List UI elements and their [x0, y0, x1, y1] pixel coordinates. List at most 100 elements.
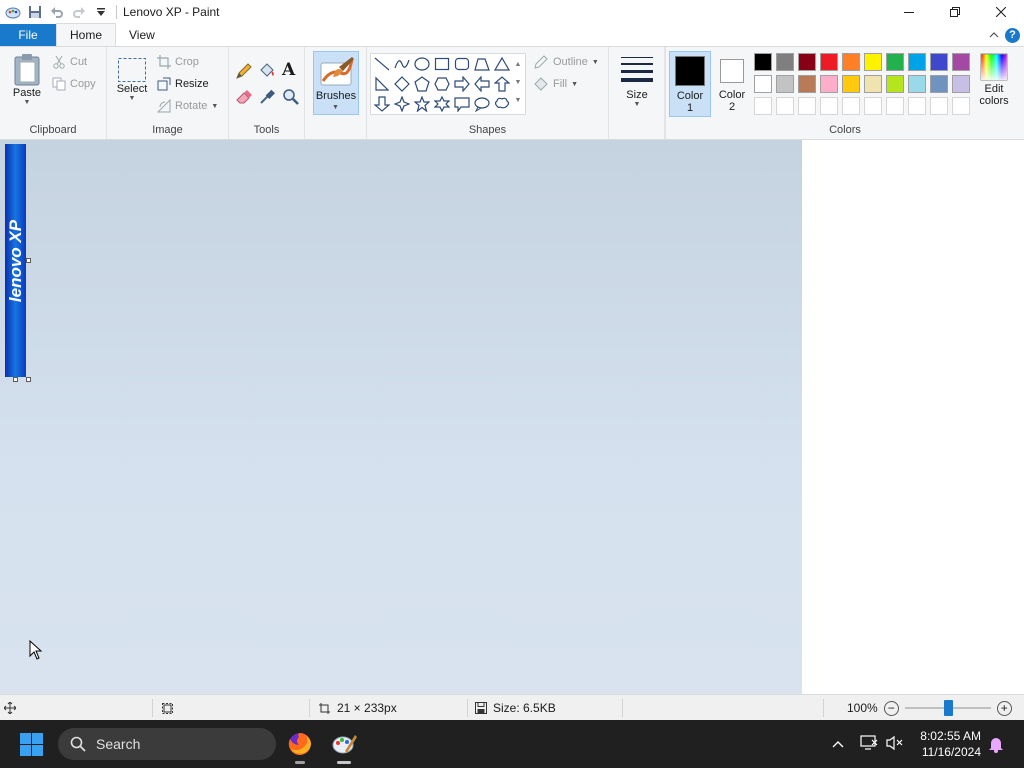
select-button[interactable]: Select ▼ [115, 57, 149, 102]
palette-swatch[interactable] [798, 53, 816, 71]
palette-swatch[interactable] [930, 75, 948, 93]
palette-swatch[interactable] [952, 75, 970, 93]
four-point-star-shape-icon[interactable] [393, 95, 411, 113]
size-button[interactable]: Size ▼ [619, 55, 655, 108]
custom-color-slot[interactable] [754, 97, 772, 115]
restore-button[interactable] [932, 0, 978, 24]
undo-icon[interactable] [46, 1, 68, 23]
fill-bucket-icon[interactable] [258, 62, 276, 83]
resize-handle-bottom[interactable] [13, 377, 18, 382]
palette-swatch[interactable] [908, 75, 926, 93]
pentagon-shape-icon[interactable] [413, 75, 431, 93]
triangle-shape-icon[interactable] [493, 55, 511, 73]
rounded-rectangle-shape-icon[interactable] [453, 55, 471, 73]
palette-swatch[interactable] [754, 75, 772, 93]
crop-button[interactable]: Crop [157, 52, 199, 72]
paint-app-icon[interactable] [2, 1, 24, 23]
custom-color-slot[interactable] [930, 97, 948, 115]
line-shape-icon[interactable] [373, 55, 391, 73]
polygon-shape-icon[interactable] [473, 55, 491, 73]
close-button[interactable] [978, 0, 1024, 24]
custom-color-slot[interactable] [820, 97, 838, 115]
fill-button[interactable]: Fill ▼ [533, 74, 578, 94]
diamond-shape-icon[interactable] [393, 75, 411, 93]
custom-color-slot[interactable] [864, 97, 882, 115]
custom-color-slot[interactable] [952, 97, 970, 115]
text-icon[interactable]: A [282, 60, 295, 80]
right-arrow-shape-icon[interactable] [453, 75, 471, 93]
palette-swatch[interactable] [754, 53, 772, 71]
palette-swatch[interactable] [886, 53, 904, 71]
customize-qat-icon[interactable] [90, 1, 112, 23]
rect-callout-shape-icon[interactable] [453, 95, 471, 113]
palette-swatch[interactable] [908, 53, 926, 71]
outline-button[interactable]: Outline ▼ [533, 52, 599, 72]
tab-file[interactable]: File [0, 24, 56, 46]
system-clock[interactable]: 8:02:55 AM 11/16/2024 [920, 728, 981, 760]
brushes-button[interactable]: Brushes ▼ [313, 51, 359, 115]
taskbar-search[interactable]: Search [58, 728, 276, 760]
paste-button[interactable]: Paste ▼ [8, 53, 46, 106]
show-hidden-icons-button[interactable] [832, 738, 844, 752]
color-picker-icon[interactable] [258, 88, 276, 109]
taskbar-paint[interactable] [328, 728, 360, 764]
down-arrow-shape-icon[interactable] [373, 95, 391, 113]
palette-swatch[interactable] [842, 53, 860, 71]
palette-swatch[interactable] [776, 53, 794, 71]
shapes-scroll[interactable]: ▲ ▼ ▼ [513, 56, 523, 112]
zoom-in-button[interactable]: + [996, 700, 1012, 716]
palette-swatch[interactable] [820, 75, 838, 93]
lenovo-xp-logo-image[interactable]: lenovo XP [5, 144, 26, 377]
oval-callout-shape-icon[interactable] [473, 95, 491, 113]
palette-swatch[interactable] [864, 53, 882, 71]
palette-swatch[interactable] [930, 53, 948, 71]
palette-swatch[interactable] [820, 53, 838, 71]
palette-swatch[interactable] [776, 75, 794, 93]
right-triangle-shape-icon[interactable] [373, 75, 391, 93]
palette-swatch[interactable] [864, 75, 882, 93]
start-button[interactable] [20, 733, 43, 756]
cut-button[interactable]: Cut [52, 52, 87, 72]
custom-color-slot[interactable] [842, 97, 860, 115]
palette-swatch[interactable] [842, 75, 860, 93]
rotate-button[interactable]: Rotate ▼ [157, 96, 218, 116]
copy-button[interactable]: Copy [52, 74, 96, 94]
custom-color-slot[interactable] [908, 97, 926, 115]
curve-shape-icon[interactable] [393, 55, 411, 73]
left-arrow-shape-icon[interactable] [473, 75, 491, 93]
pencil-icon[interactable] [235, 62, 253, 83]
zoom-slider[interactable] [904, 700, 991, 716]
magnifier-icon[interactable] [282, 88, 300, 109]
palette-swatch[interactable] [952, 53, 970, 71]
palette-swatch[interactable] [798, 75, 816, 93]
drawing-canvas[interactable]: lenovo XP [0, 140, 802, 694]
cloud-callout-shape-icon[interactable] [493, 95, 511, 113]
network-status[interactable] [860, 735, 878, 754]
six-point-star-shape-icon[interactable] [433, 95, 451, 113]
oval-shape-icon[interactable] [413, 55, 431, 73]
volume-status[interactable] [886, 735, 904, 754]
custom-color-slot[interactable] [776, 97, 794, 115]
collapse-ribbon-icon[interactable] [989, 31, 999, 39]
resize-handle-corner[interactable] [26, 377, 31, 382]
taskbar-firefox[interactable] [284, 728, 316, 764]
minimize-button[interactable] [886, 0, 932, 24]
palette-swatch[interactable] [886, 75, 904, 93]
up-arrow-shape-icon[interactable] [493, 75, 511, 93]
save-icon[interactable] [24, 1, 46, 23]
zoom-thumb[interactable] [943, 700, 953, 716]
five-point-star-shape-icon[interactable] [413, 95, 431, 113]
custom-color-slot[interactable] [886, 97, 904, 115]
edit-colors-button[interactable]: Edit colors [976, 53, 1012, 107]
eraser-icon[interactable] [235, 88, 253, 109]
resize-handle-right[interactable] [26, 258, 31, 263]
redo-icon[interactable] [68, 1, 90, 23]
custom-color-slot[interactable] [798, 97, 816, 115]
hexagon-shape-icon[interactable] [433, 75, 451, 93]
resize-button[interactable]: Resize [157, 74, 209, 94]
help-icon[interactable]: ? [1005, 27, 1020, 43]
tab-home[interactable]: Home [56, 23, 117, 46]
zoom-out-button[interactable]: − [883, 700, 899, 716]
tab-view[interactable]: View [116, 24, 168, 46]
notifications-button[interactable] [988, 735, 1004, 756]
